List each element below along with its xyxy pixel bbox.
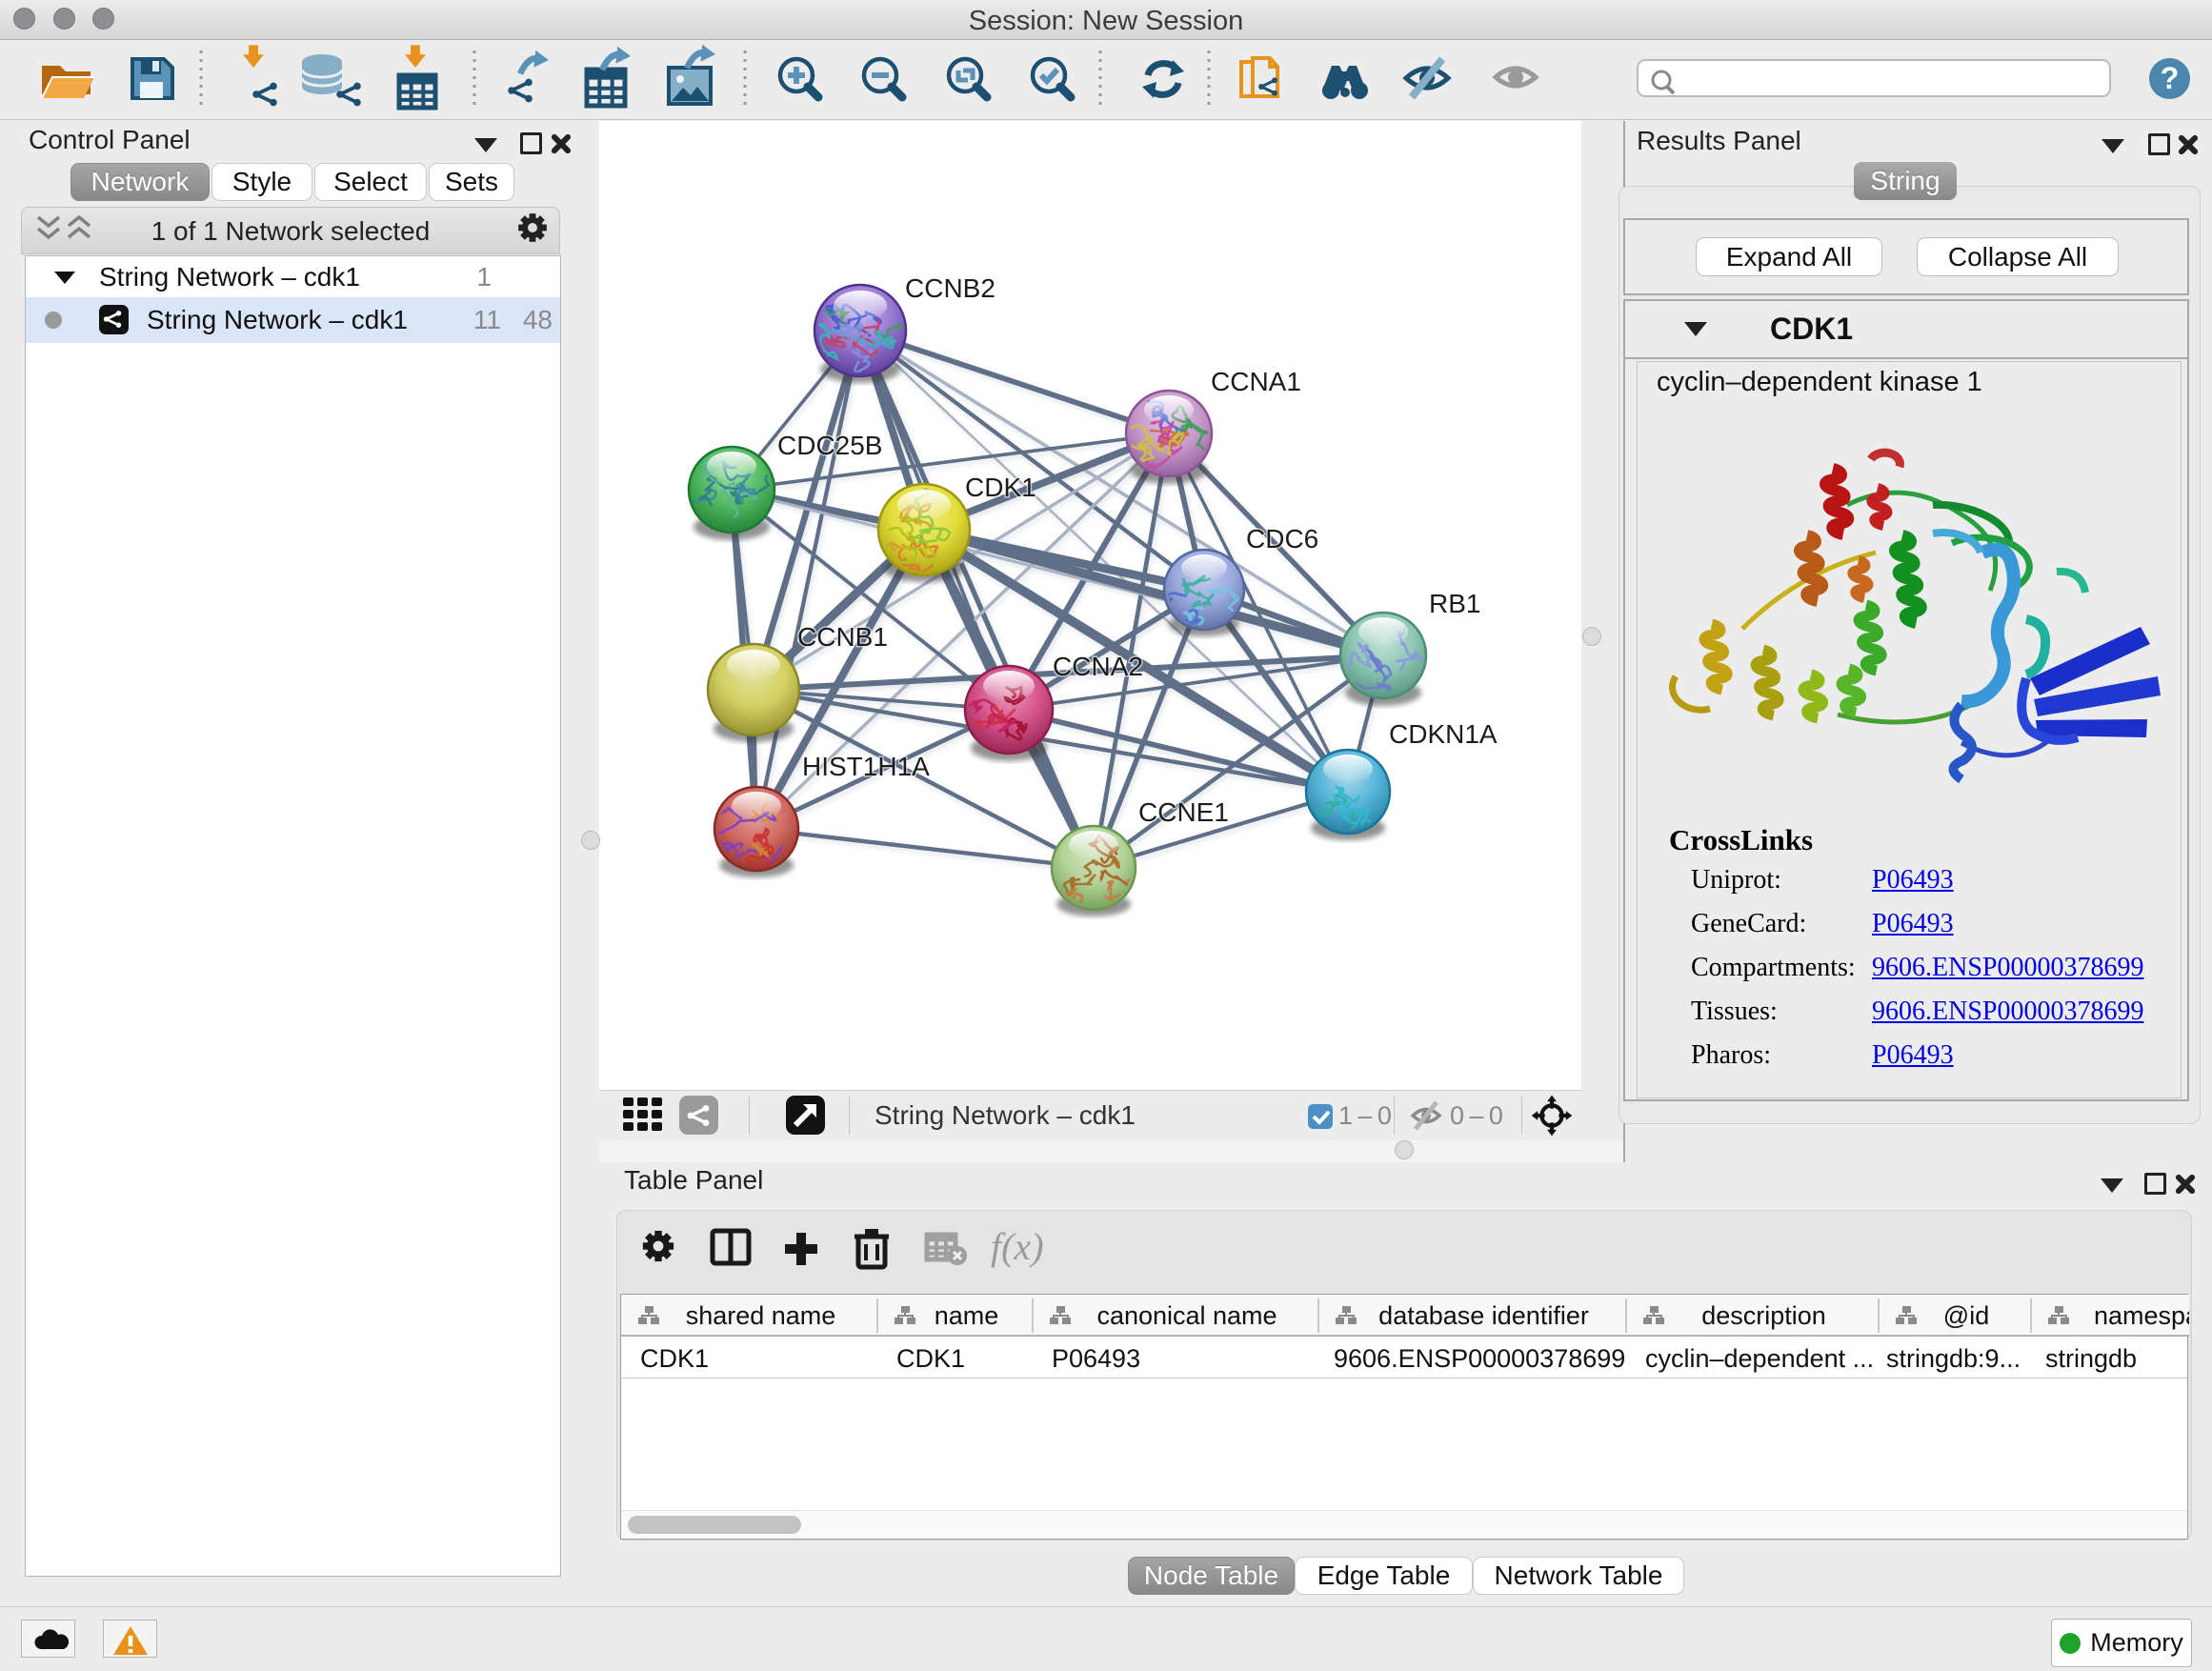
svg-text:namespace: namespace <box>2094 1301 2189 1330</box>
svg-text:CCNE1: CCNE1 <box>1138 797 1229 827</box>
svg-text:CCNA1: CCNA1 <box>1211 367 1301 396</box>
svg-text:CCNA2: CCNA2 <box>1053 652 1143 681</box>
svg-text:shared name: shared name <box>686 1301 836 1330</box>
svg-text:description: description <box>1701 1301 1826 1330</box>
svg-text:name: name <box>935 1301 999 1330</box>
svg-text:CCNB1: CCNB1 <box>797 622 888 652</box>
svg-text:CDK1: CDK1 <box>965 473 1036 502</box>
svg-text:@id: @id <box>1943 1301 1989 1330</box>
svg-text:CDKN1A: CDKN1A <box>1389 719 1498 749</box>
svg-text:RB1: RB1 <box>1429 589 1480 618</box>
svg-text:HIST1H1A: HIST1H1A <box>802 752 930 781</box>
svg-text:CCNB2: CCNB2 <box>905 273 995 303</box>
svg-text:canonical name: canonical name <box>1096 1301 1277 1330</box>
svg-text:CDC25B: CDC25B <box>777 431 882 460</box>
svg-text:f(x): f(x) <box>991 1225 1044 1268</box>
svg-text:database identifier: database identifier <box>1378 1301 1589 1330</box>
svg-text:CDC6: CDC6 <box>1246 524 1318 554</box>
